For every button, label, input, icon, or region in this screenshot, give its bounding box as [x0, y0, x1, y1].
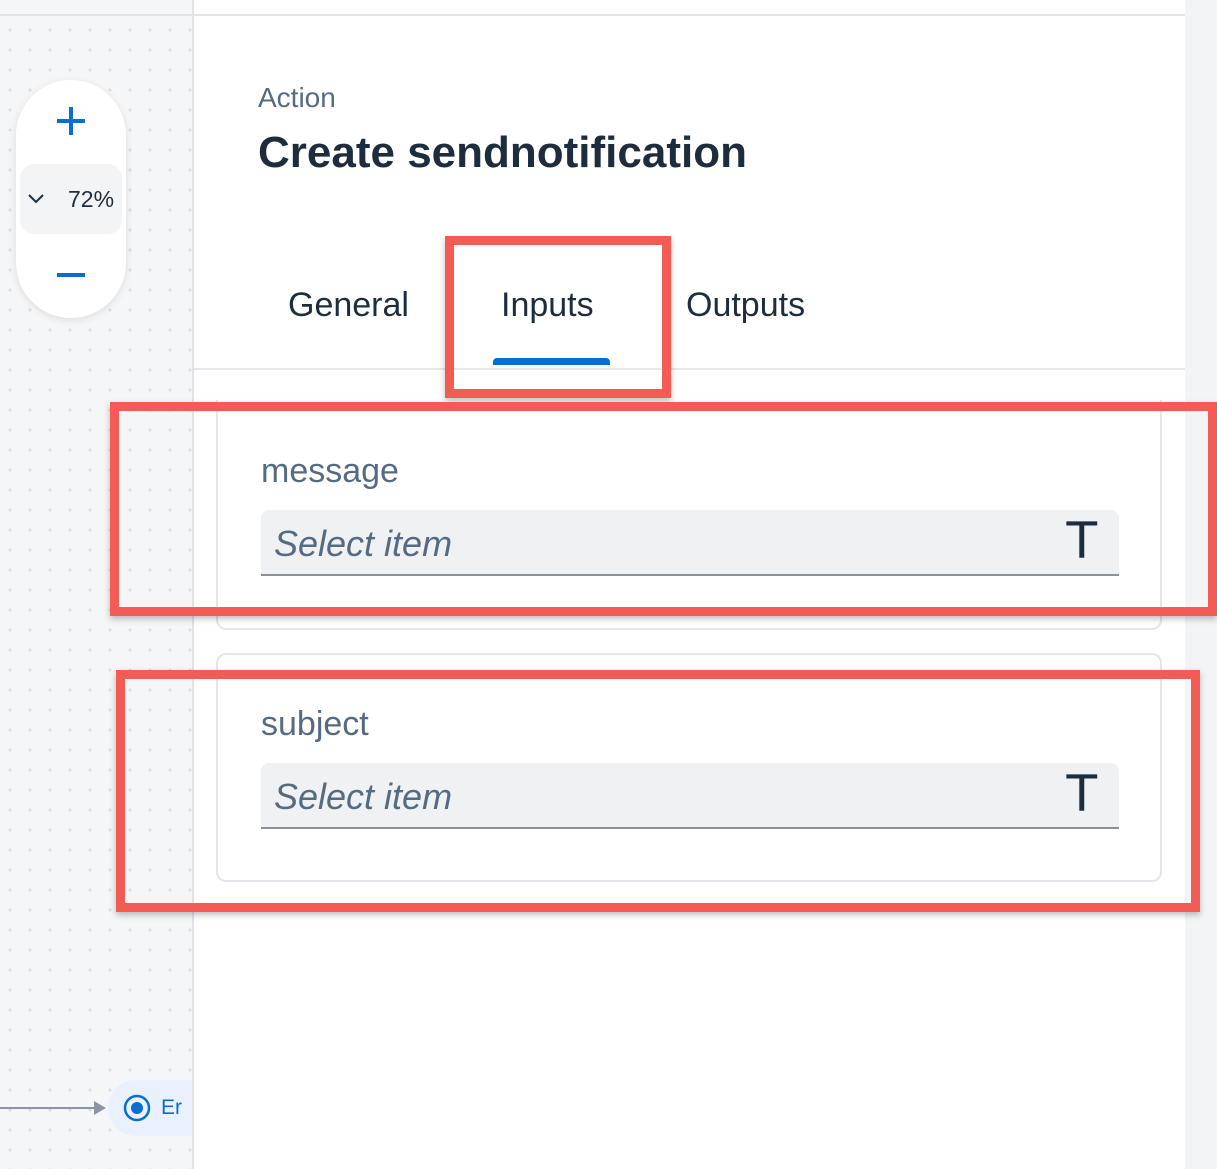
- panel-kicker: Action: [258, 82, 336, 113]
- highlight-box-inputs-tab: [445, 236, 671, 398]
- zoom-in-button[interactable]: [16, 86, 126, 156]
- connector-line: [0, 1107, 96, 1109]
- zoom-level-value: 72%: [68, 185, 115, 212]
- highlight-box-message: [110, 402, 1217, 616]
- tab-outputs[interactable]: Outputs: [686, 286, 805, 325]
- end-node[interactable]: Er: [108, 1080, 192, 1136]
- minus-icon: [57, 273, 85, 277]
- zoom-control: 72%: [16, 80, 126, 318]
- zoom-out-button[interactable]: [16, 240, 126, 310]
- zoom-level-dropdown[interactable]: 72%: [20, 164, 122, 234]
- chevron-down-icon: [28, 194, 44, 204]
- connector-arrowhead: [94, 1101, 106, 1115]
- canvas-top-border: [0, 0, 192, 16]
- highlight-box-subject: [116, 670, 1200, 912]
- plus-icon: [57, 107, 85, 135]
- tab-general[interactable]: General: [288, 286, 409, 325]
- page-title: Create sendnotification: [258, 128, 747, 177]
- tab-bar: General Inputs Outputs: [194, 270, 1185, 370]
- radio-target-icon: [123, 1094, 151, 1122]
- end-node-label: Er: [161, 1096, 182, 1119]
